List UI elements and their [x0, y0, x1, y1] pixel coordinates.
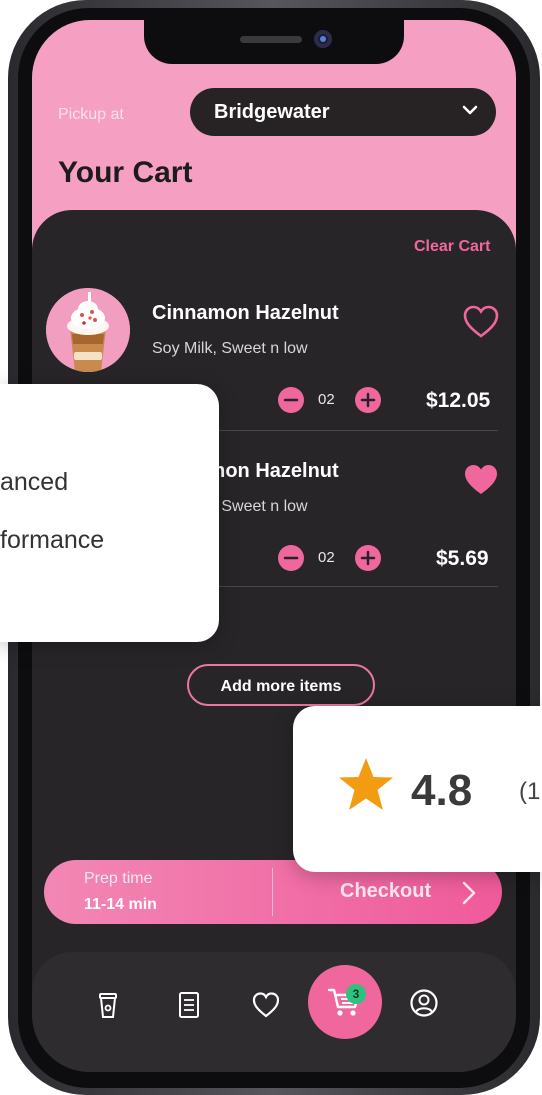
front-camera — [314, 30, 332, 48]
increase-quantity-button[interactable] — [355, 545, 381, 571]
menu-icon[interactable] — [174, 990, 204, 1020]
item-price: $5.69 — [436, 547, 489, 570]
rating-card: 4.8 (1 — [293, 706, 542, 872]
heart-filled-icon[interactable] — [462, 462, 500, 498]
product-image — [46, 288, 130, 372]
star-icon — [339, 758, 393, 810]
notch — [144, 20, 404, 64]
cart-tab[interactable] — [308, 965, 382, 1039]
prep-time-value: 11-14 min — [84, 896, 157, 913]
feature-card-line: formance — [0, 526, 105, 554]
heart-outline-icon[interactable] — [462, 304, 500, 340]
quantity-value: 02 — [318, 391, 335, 408]
decrease-quantity-button[interactable] — [278, 387, 304, 413]
favorites-icon[interactable] — [251, 990, 281, 1020]
rating-value: 4.8 — [411, 766, 473, 815]
add-more-items-button[interactable]: Add more items — [187, 664, 375, 706]
divider — [272, 868, 273, 916]
cup-icon[interactable] — [93, 990, 123, 1020]
item-options: Soy Milk, Sweet n low — [152, 340, 308, 357]
increase-quantity-button[interactable] — [355, 387, 381, 413]
feature-card-line: anced — [0, 468, 69, 496]
decrease-quantity-button[interactable] — [278, 545, 304, 571]
profile-icon[interactable] — [409, 988, 439, 1018]
chevron-down-icon — [462, 105, 478, 115]
item-name: Cinnamon Hazelnut — [152, 302, 339, 324]
quantity-value: 02 — [318, 549, 335, 566]
drink-cup-image — [46, 288, 130, 372]
feature-card: anced formance — [0, 384, 219, 642]
cart-count-badge: 3 — [346, 984, 366, 1004]
speaker-grille — [240, 36, 302, 43]
item-price: $12.05 — [426, 389, 491, 412]
page-title: Your Cart — [58, 156, 193, 189]
location-value: Bridgewater — [214, 101, 330, 123]
rating-count: (1 — [519, 778, 541, 805]
clear-cart-button[interactable]: Clear Cart — [414, 238, 490, 256]
location-dropdown[interactable]: Bridgewater — [190, 88, 496, 136]
prep-time-label: Prep time — [84, 870, 153, 887]
pickup-label: Pickup at — [58, 106, 124, 123]
chevron-right-icon — [462, 881, 476, 905]
checkout-button[interactable]: Checkout — [340, 880, 431, 903]
